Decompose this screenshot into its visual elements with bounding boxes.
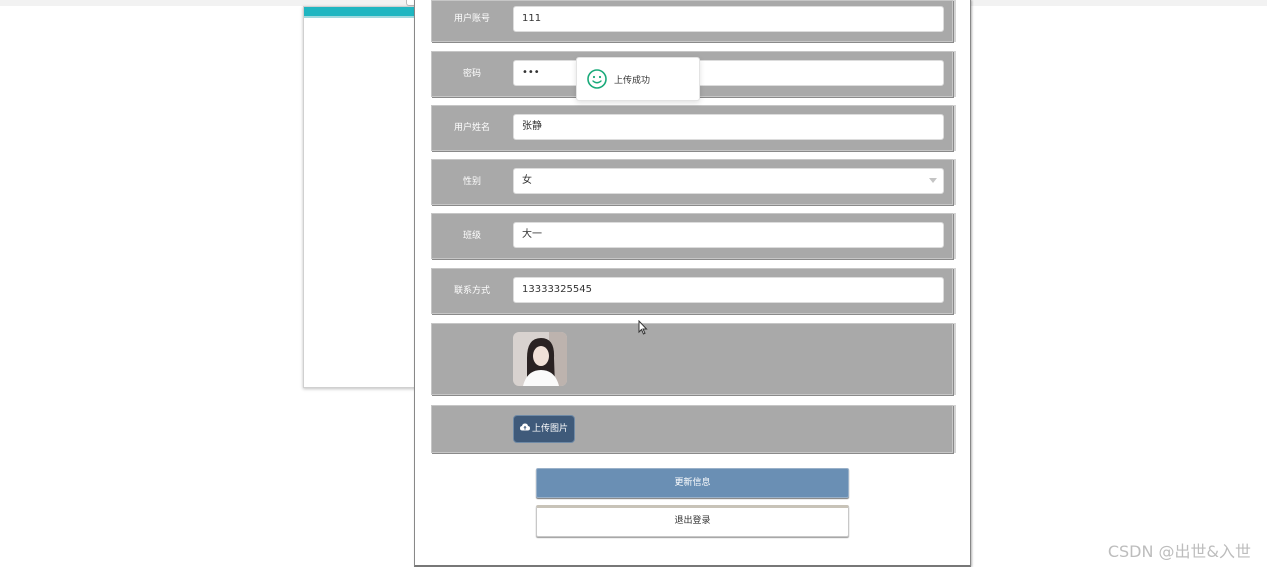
background-panel <box>303 6 425 388</box>
password-label: 密码 <box>462 69 481 79</box>
success-toast: 上传成功 <box>576 57 700 101</box>
toast-message: 上传成功 <box>614 76 651 86</box>
gender-label: 性别 <box>462 177 481 187</box>
watermark: CSDN @出世&入世 <box>1107 542 1251 561</box>
form-row-photo <box>431 323 953 395</box>
form-row-upload: 上传图片 <box>431 405 953 453</box>
smile-success-icon <box>587 69 607 92</box>
chevron-down-icon <box>929 178 937 183</box>
upload-image-button[interactable]: 上传图片 <box>513 415 575 443</box>
name-field[interactable]: 张静 <box>513 114 944 140</box>
class-field[interactable]: 大一 <box>513 222 944 248</box>
gender-select[interactable]: 女 <box>513 168 944 194</box>
background-panel-header <box>304 7 424 18</box>
form-row-name: 用户姓名 张静 <box>431 105 953 151</box>
update-info-button[interactable]: 更新信息 <box>536 468 849 498</box>
account-label: 用户账号 <box>453 14 490 24</box>
cloud-upload-icon <box>519 416 530 442</box>
phone-field[interactable]: 13333325545 <box>513 277 944 303</box>
form-row-class: 班级 大一 <box>431 213 953 259</box>
mouse-cursor-icon <box>638 319 648 338</box>
phone-label: 联系方式 <box>453 286 490 296</box>
form-row-phone: 联系方式 13333325545 <box>431 268 953 314</box>
upload-button-label: 上传图片 <box>531 424 568 434</box>
account-field[interactable]: 111 <box>513 6 944 32</box>
gender-value: 女 <box>522 175 532 186</box>
logout-button[interactable]: 退出登录 <box>536 505 849 537</box>
form-row-gender: 性别 女 <box>431 159 953 205</box>
avatar-photo <box>513 332 567 386</box>
name-label: 用户姓名 <box>453 123 490 133</box>
class-label: 班级 <box>462 231 481 241</box>
form-row-account: 用户账号 111 <box>431 0 953 42</box>
